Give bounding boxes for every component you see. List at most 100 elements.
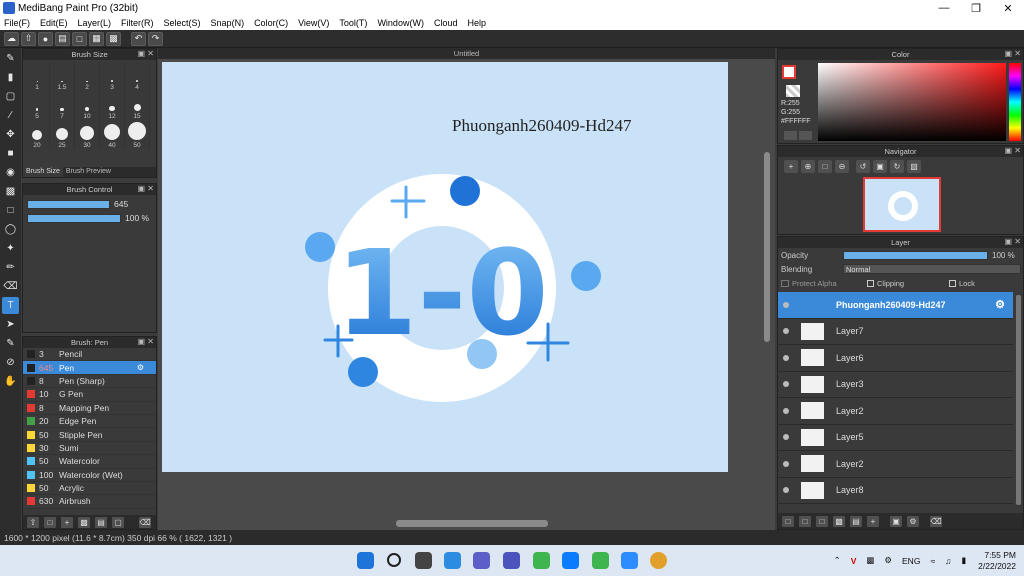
layout-icon[interactable]: ▩ xyxy=(106,31,121,46)
brush-list-item[interactable]: 10 G Pen xyxy=(23,388,156,402)
windows-start-icon[interactable] xyxy=(357,552,374,569)
copy-layer-icon[interactable]: ▩ xyxy=(833,515,845,527)
brush-list-item[interactable]: 50 Acrylic xyxy=(23,482,156,496)
app-icon-green-2[interactable] xyxy=(592,552,609,569)
close-button[interactable]: ✕ xyxy=(992,0,1024,16)
layer-row[interactable]: Layer3 xyxy=(778,372,1013,398)
brush-opacity-slider[interactable]: 100 % xyxy=(27,213,152,223)
brush-size-cell[interactable]: 7 xyxy=(50,91,75,120)
new-layer-icon[interactable]: □ xyxy=(782,515,794,527)
maximize-button[interactable]: ❐ xyxy=(960,0,992,16)
undo-icon[interactable]: ↶ xyxy=(131,31,146,46)
hue-bar[interactable] xyxy=(1009,63,1021,141)
protect-alpha-checkbox[interactable] xyxy=(781,279,789,287)
brush-size-cell[interactable]: 20 xyxy=(25,120,50,149)
brush-copy-icon[interactable]: ▩ xyxy=(78,516,90,528)
panel-close-icon[interactable]: ▣ ✕ xyxy=(138,337,154,346)
fill-shape-tool-icon[interactable]: ■ xyxy=(2,145,19,162)
new-layer-2-icon[interactable]: □ xyxy=(799,515,811,527)
brush-size-cell[interactable]: 3 xyxy=(100,62,125,91)
tab-brush-size[interactable]: Brush Size xyxy=(23,167,63,177)
brush-size-cell[interactable]: 40 xyxy=(100,120,125,149)
brush-list-item[interactable]: 20 Edge Pen xyxy=(23,415,156,429)
menu-snap[interactable]: Snap(N) xyxy=(211,18,245,28)
clipping-checkbox[interactable] xyxy=(867,279,874,287)
layer-settings-icon[interactable]: ⚙ xyxy=(907,515,919,527)
layer-folder-icon[interactable]: ▤ xyxy=(850,515,862,527)
panel-icon[interactable]: ▤ xyxy=(55,31,70,46)
lasso-tool-icon[interactable]: ◯ xyxy=(2,221,19,238)
brush-list-item[interactable]: 30 Sumi xyxy=(23,442,156,456)
operation-tool-icon[interactable]: ➤ xyxy=(2,316,19,333)
menu-layer[interactable]: Layer(L) xyxy=(78,18,112,28)
brush-settings-icon[interactable]: ⚙ xyxy=(137,363,144,372)
zoom-out-icon[interactable]: ⊖ xyxy=(835,160,849,173)
palette-icon[interactable] xyxy=(784,131,797,140)
app-tray-icon[interactable]: ▩ xyxy=(866,555,874,566)
eye-icon[interactable] xyxy=(783,328,789,335)
search-icon[interactable] xyxy=(387,553,401,567)
color-field[interactable] xyxy=(818,63,1006,141)
grid-icon[interactable]: ▦ xyxy=(89,31,104,46)
panel-close-icon[interactable]: ▣ ✕ xyxy=(1005,146,1021,155)
widgets-icon[interactable] xyxy=(444,552,461,569)
brush-size-cell[interactable]: 12 xyxy=(100,91,125,120)
menu-edit[interactable]: Edit(E) xyxy=(40,18,68,28)
brush-tool-icon[interactable]: ✎ xyxy=(2,50,19,67)
eyedropper-icon[interactable] xyxy=(799,131,812,140)
canvas[interactable]: Phuonganh260409-Hd247 1-0 xyxy=(162,62,728,472)
vertical-scrollbar[interactable] xyxy=(764,152,770,342)
panel-close-icon[interactable]: ▣ ✕ xyxy=(138,49,154,58)
eye-icon[interactable] xyxy=(783,301,789,308)
brush-list-item[interactable]: 8 Mapping Pen xyxy=(23,402,156,415)
menu-file[interactable]: File(F) xyxy=(4,18,30,28)
teams-icon[interactable] xyxy=(503,552,520,569)
layer-row[interactable]: Layer6 xyxy=(778,345,1013,372)
eye-icon[interactable] xyxy=(783,407,789,414)
move-tool-icon[interactable]: ✥ xyxy=(2,126,19,143)
tab-brush-preview[interactable]: Brush Preview xyxy=(63,167,114,177)
brush-size-cell[interactable]: 10 xyxy=(75,91,100,120)
brush-size-cell[interactable]: 4 xyxy=(125,62,150,91)
hand-tool-icon[interactable]: ✋ xyxy=(2,373,19,390)
panel-close-icon[interactable]: ▣ ✕ xyxy=(1005,237,1021,246)
brush-list-item[interactable]: 50 Watercolor xyxy=(23,455,156,469)
chevron-up-icon[interactable]: ⌃ xyxy=(834,555,841,566)
menu-tool[interactable]: Tool(T) xyxy=(339,18,367,28)
brush-upload-icon[interactable]: ⇧ xyxy=(27,516,39,528)
chat-icon[interactable] xyxy=(473,552,490,569)
eye-icon[interactable] xyxy=(783,381,789,388)
divide-tool-icon[interactable]: ✎ xyxy=(2,335,19,352)
brush-list-item[interactable]: 630 Airbrush xyxy=(23,495,156,509)
zoom-in-icon[interactable]: + xyxy=(784,160,798,173)
layer-row[interactable]: Layer5 xyxy=(778,425,1013,451)
eye-icon[interactable] xyxy=(783,460,789,467)
layer-opacity-slider[interactable] xyxy=(843,250,988,260)
select-tool-icon[interactable]: □ xyxy=(2,202,19,219)
brush-delete-icon[interactable]: ⌫ xyxy=(139,516,151,528)
flip-icon[interactable]: ▧ xyxy=(907,160,921,173)
brush-size-cell[interactable]: 1.5 xyxy=(50,62,75,91)
brush-size-slider[interactable]: 645 xyxy=(27,199,152,209)
brush-duplicate-icon[interactable]: ▢ xyxy=(112,516,124,528)
panel-close-icon[interactable]: ▣ ✕ xyxy=(1005,49,1021,58)
vietkey-icon[interactable]: V xyxy=(851,556,857,566)
fit-window-icon[interactable]: ▣ xyxy=(873,160,887,173)
primary-color-swatch[interactable] xyxy=(782,65,796,79)
comment-icon[interactable]: ● xyxy=(38,31,53,46)
merge-layer-icon[interactable]: ▣ xyxy=(890,515,902,527)
app-icon-green[interactable] xyxy=(533,552,550,569)
brush-list-item[interactable]: 3 Pencil xyxy=(23,348,156,362)
zalo-icon[interactable] xyxy=(562,552,579,569)
layer-add-icon[interactable]: + xyxy=(867,515,879,527)
fit-icon[interactable]: □ xyxy=(818,160,832,173)
cloud-icon[interactable]: ☁ xyxy=(4,31,19,46)
clock[interactable]: 7:55 PM 2/22/2022 xyxy=(978,550,1016,572)
bucket-tool-icon[interactable]: ◉ xyxy=(2,164,19,181)
redo-icon[interactable]: ↷ xyxy=(148,31,163,46)
volume-icon[interactable]: ♫ xyxy=(945,556,951,566)
horizontal-scrollbar[interactable] xyxy=(396,520,548,527)
menu-view[interactable]: View(V) xyxy=(298,18,329,28)
brush-size-cell[interactable]: 30 xyxy=(75,120,100,149)
select-eraser-tool-icon[interactable]: ⌫ xyxy=(2,278,19,295)
